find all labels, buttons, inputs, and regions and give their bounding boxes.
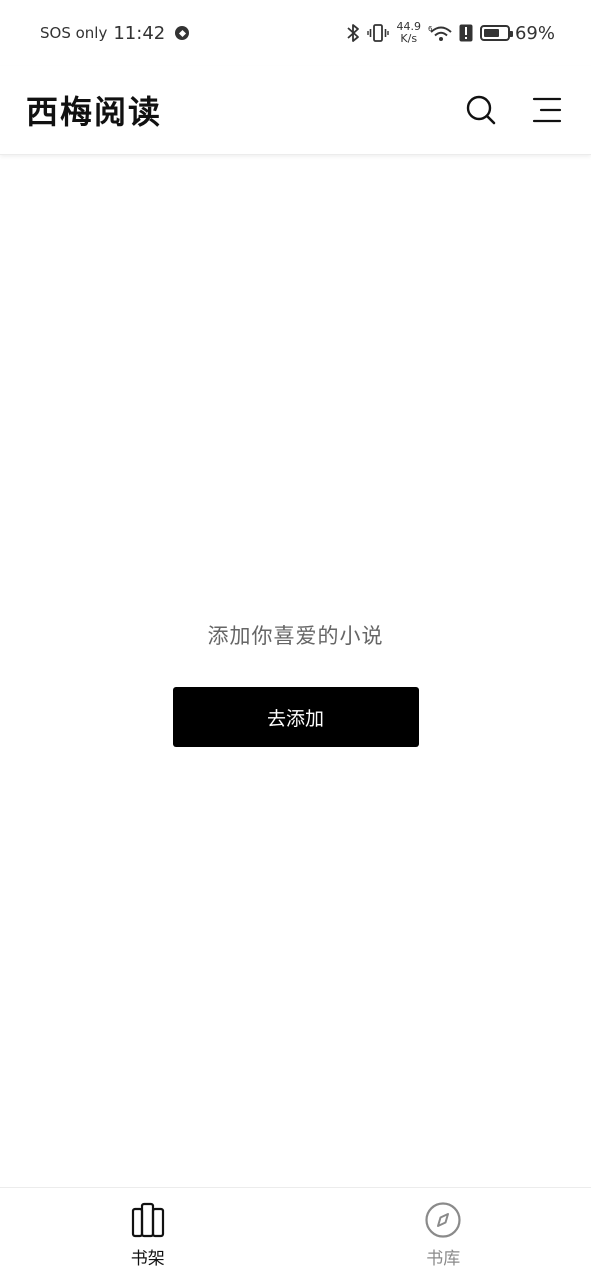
tab-library[interactable]: 书库 [296, 1188, 591, 1280]
net-speed: 44.9 K/s [396, 21, 421, 45]
status-right: 44.9 K/s 6 69% [346, 21, 555, 45]
battery-body [479, 25, 513, 41]
tab-bookshelf-label: 书架 [130, 1249, 165, 1269]
net-speed-unit: K/s [400, 32, 418, 45]
battery-tip [509, 31, 513, 37]
tab-library-label: 书库 [426, 1249, 461, 1269]
empty-message: 添加你喜爱的小说 [207, 624, 384, 648]
add-novel-button[interactable]: 去添加 [172, 687, 419, 747]
bluetooth-icon [346, 23, 360, 43]
app-actions [463, 92, 565, 128]
wifi-icon: 6 [428, 23, 452, 43]
search-icon[interactable] [463, 92, 499, 128]
compass-icon [423, 1200, 463, 1240]
tab-bookshelf[interactable]: 书架 [0, 1188, 296, 1280]
empty-state: 添加你喜爱的小说 去添加 [0, 620, 591, 747]
app-bar: 西梅阅读 [0, 66, 591, 155]
screen: SOS only 11:42 44.9 K/s 6 69% 西梅阅读 添加你喜爱… [0, 0, 591, 1280]
battery-percent: 69% [514, 22, 555, 44]
vibrate-icon [367, 23, 390, 43]
clock: 11:42 [113, 22, 166, 44]
alert-icon [459, 24, 473, 42]
app-title: 西梅阅读 [26, 93, 163, 131]
battery-fill [483, 29, 500, 37]
menu-icon[interactable] [529, 92, 565, 128]
battery-icon: 69% [479, 22, 555, 44]
status-left: SOS only 11:42 [40, 22, 190, 44]
shield-icon [175, 26, 190, 40]
carrier-text: SOS only [40, 24, 108, 42]
bottom-nav: 书架 书库 [0, 1187, 591, 1280]
status-bar: SOS only 11:42 44.9 K/s 6 69% [0, 0, 591, 66]
bookshelf-icon [128, 1200, 168, 1240]
